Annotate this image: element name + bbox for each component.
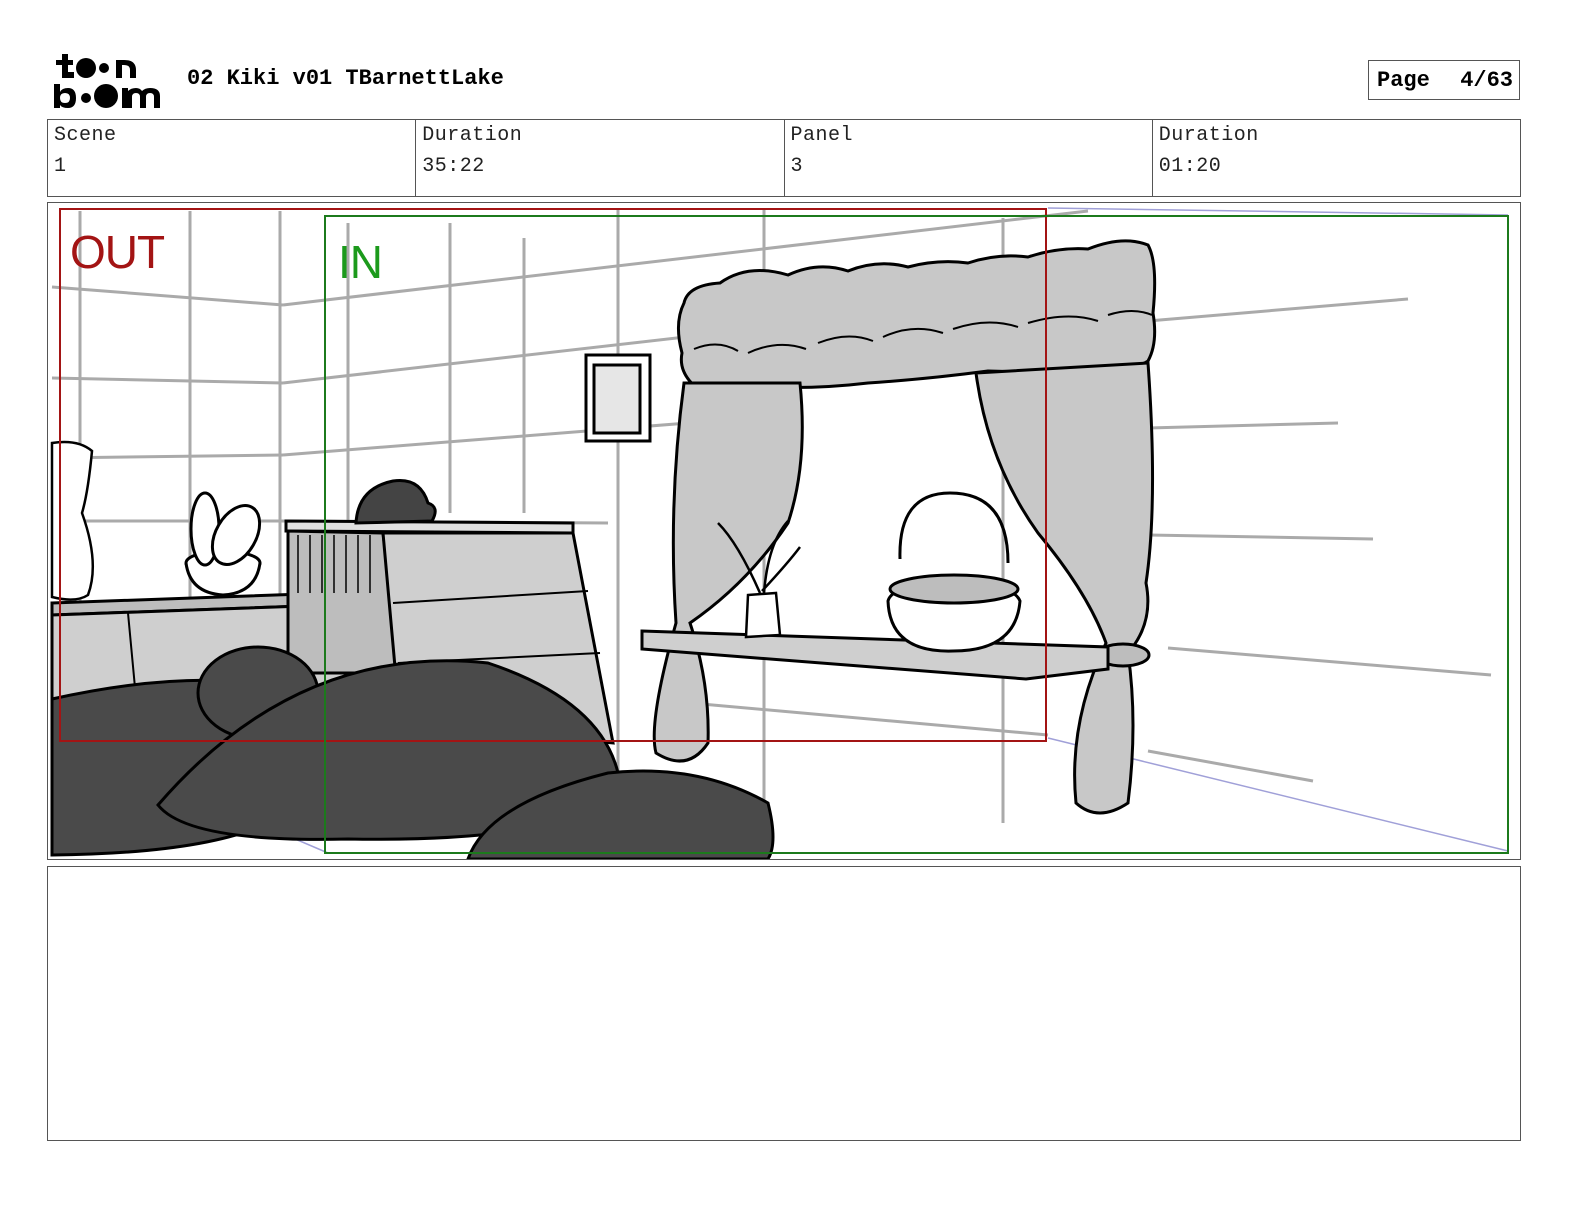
panel-notes-box [47,866,1521,1141]
bread-bowl [184,491,262,597]
panel-duration-cell: Duration 01:20 [1153,120,1520,196]
storyboard-drawing [50,207,1509,859]
panel-duration-label: Duration [1158,124,1259,147]
scene-duration-label: Duration [422,124,523,147]
panel-info-table: Scene 1 Duration 35:22 Panel 3 Duration … [47,119,1521,197]
document-title: 02 Kiki v01 TBarnettLake [187,66,504,91]
page-label: Page [1377,67,1430,93]
panel-duration-value: 01:20 [1158,155,1222,178]
wall-picture [584,353,652,443]
panel-cell: Panel 3 [785,120,1153,196]
panel-value: 3 [790,155,804,178]
fruit-basket [886,491,1022,653]
cat-sleeping [354,478,437,525]
storyboard-panel: OUT IN [47,202,1521,860]
page-indicator: Page 4/63 [1368,60,1520,100]
panel-label: Panel [790,124,854,147]
out-frame-label: OUT [70,226,165,278]
scene-cell: Scene 1 [48,120,417,196]
page-value: 4/63 [1460,67,1513,93]
scene-duration-value: 35:22 [422,155,485,178]
in-frame-label: IN [338,236,383,288]
toon-boom-logo [54,54,160,108]
scene-value: 1 [54,155,67,178]
scene-label: Scene [54,124,117,147]
scene-duration-cell: Duration 35:22 [416,120,785,196]
window-shelf [640,629,1110,681]
